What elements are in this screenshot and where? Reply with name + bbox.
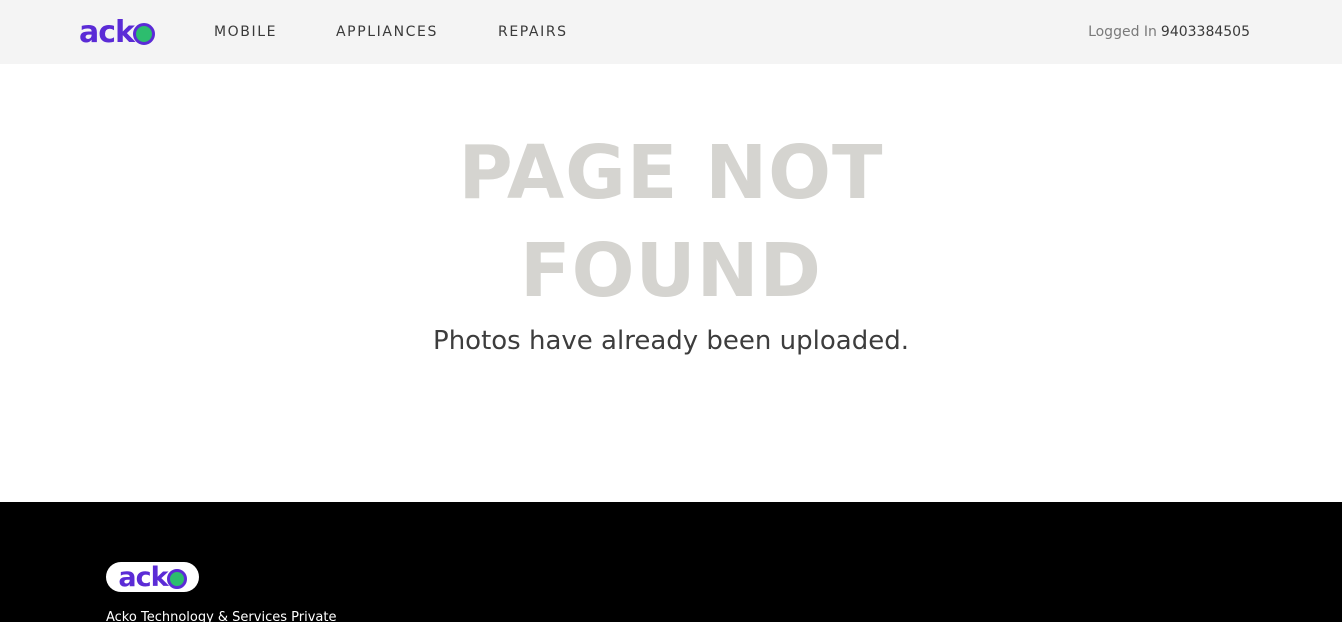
footer-logo-badge[interactable]: ack [106, 561, 199, 593]
nav-appliances-label: APPLIANCES [336, 24, 438, 40]
footer-acko-logo: ack [118, 561, 187, 593]
error-message: Photos have already been uploaded. [433, 326, 909, 356]
site-footer: ack Acko Technology & Services Private [0, 502, 1342, 622]
error-section: PAGE NOT FOUND Photos have already been … [0, 64, 1342, 502]
logo-letters: ack [79, 14, 135, 50]
top-header: ack MOBILE APPLIANCES REPAIRS Logged In … [0, 0, 1342, 64]
login-phone: 9403384505 [1160, 24, 1250, 40]
nav-repairs[interactable]: REPAIRS [498, 0, 568, 64]
logo-o-icon [132, 23, 155, 45]
login-label: Logged In [1088, 24, 1157, 40]
page-title-line1: PAGE NOT [458, 130, 884, 216]
acko-logo[interactable]: ack [79, 14, 155, 50]
page-title: PAGE NOT FOUND [0, 124, 1342, 320]
nav-repairs-label: REPAIRS [498, 24, 568, 40]
footer-company-name: Acko Technology & Services Private [106, 610, 337, 622]
footer-logo-o-icon [166, 568, 187, 589]
nav-appliances[interactable]: APPLIANCES [336, 0, 438, 64]
page-title-line2: FOUND [520, 228, 822, 314]
nav-mobile[interactable]: MOBILE [214, 0, 277, 64]
login-status: Logged In 9403384505 [1088, 0, 1250, 64]
footer-logo-letters: ack [118, 561, 168, 593]
nav-mobile-label: MOBILE [214, 24, 278, 40]
